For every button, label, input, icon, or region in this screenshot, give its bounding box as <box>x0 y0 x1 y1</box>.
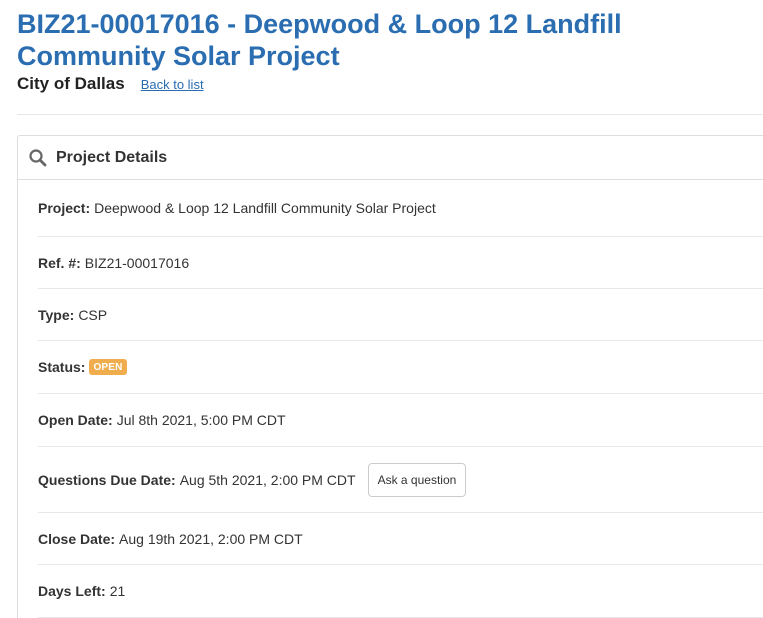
panel-title: Project Details <box>56 148 168 166</box>
days-left-label: Days Left: <box>38 583 106 599</box>
detail-row-days-left: Days Left: 21 <box>38 565 763 618</box>
close-date-value: Aug 19th 2021, 2:00 PM CDT <box>119 530 303 547</box>
detail-row-open-date: Open Date: Jul 8th 2021, 5:00 PM CDT <box>38 394 763 447</box>
ask-question-button[interactable]: Ask a question <box>367 462 467 497</box>
ref-value: BIZ21-00017016 <box>84 254 190 271</box>
panel-heading: Project Details <box>18 136 763 180</box>
detail-row-status: Status: OPEN <box>38 341 763 394</box>
detail-row-close-date: Close Date: Aug 19th 2021, 2:00 PM CDT <box>38 513 763 565</box>
agency-name: City of Dallas <box>17 74 125 93</box>
panel-body: Project: Deepwood & Loop 12 Landfill Com… <box>18 180 763 618</box>
page-title: BIZ21-00017016 - Deepwood & Loop 12 Land… <box>17 9 622 71</box>
detail-row-project: Project: Deepwood & Loop 12 Landfill Com… <box>38 180 763 237</box>
detail-row-ref: Ref. #: BIZ21-00017016 <box>38 237 763 289</box>
project-value: Deepwood & Loop 12 Landfill Community So… <box>94 200 436 216</box>
back-to-list-link[interactable]: Back to list <box>141 77 204 92</box>
type-value: CSP <box>78 306 108 323</box>
days-left-value: 21 <box>109 583 126 599</box>
questions-due-label: Questions Due Date: <box>38 471 176 488</box>
project-label: Project: <box>38 200 91 216</box>
status-badge: OPEN <box>89 359 127 375</box>
status-label: Status: <box>38 359 86 375</box>
type-label: Type: <box>38 306 75 323</box>
page: BIZ21-00017016 - Deepwood & Loop 12 Land… <box>0 0 763 618</box>
project-details-panel: Project Details Project: Deepwood & Loop… <box>17 135 763 618</box>
questions-due-value: Aug 5th 2021, 2:00 PM CDT <box>179 471 356 488</box>
subtitle-row: City of Dallas Back to list <box>17 74 757 94</box>
search-icon <box>28 148 48 168</box>
page-header: BIZ21-00017016 - Deepwood & Loop 12 Land… <box>17 8 757 94</box>
open-date-label: Open Date: <box>38 412 113 428</box>
ref-label: Ref. #: <box>38 254 81 271</box>
detail-row-type: Type: CSP <box>38 289 763 341</box>
detail-row-questions-due: Questions Due Date: Aug 5th 2021, 2:00 P… <box>38 447 763 513</box>
open-date-value: Jul 8th 2021, 5:00 PM CDT <box>116 412 286 428</box>
divider <box>17 114 763 115</box>
close-date-label: Close Date: <box>38 530 116 547</box>
